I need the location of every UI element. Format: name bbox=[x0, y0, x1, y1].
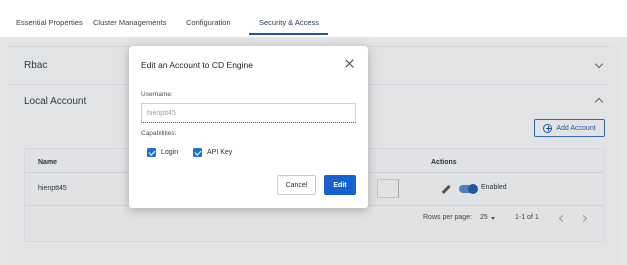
dialog-title: Edit an Account to CD Engine bbox=[141, 60, 253, 70]
edit-button[interactable]: Edit bbox=[324, 175, 356, 195]
close-icon[interactable] bbox=[345, 59, 354, 68]
tab-configuration[interactable]: Configuration bbox=[186, 18, 231, 27]
login-checkbox-label: Login bbox=[161, 149, 179, 156]
tab-security-access[interactable]: Security & Access bbox=[259, 18, 319, 27]
tab-cluster-managements[interactable]: Cluster Managements bbox=[93, 18, 166, 27]
tab-bar: Essential Properties Cluster Managements… bbox=[0, 0, 627, 38]
edit-account-dialog: Edit an Account to CD Engine Username: C… bbox=[129, 46, 368, 208]
api-key-checkbox[interactable] bbox=[193, 148, 202, 157]
cancel-button[interactable]: Cancel bbox=[277, 175, 316, 195]
login-checkbox[interactable] bbox=[147, 148, 156, 157]
active-tab-indicator bbox=[249, 33, 328, 35]
username-label: Username: bbox=[141, 91, 173, 98]
api-key-checkbox-label: API Key bbox=[207, 149, 233, 156]
tab-essential-properties[interactable]: Essential Properties bbox=[16, 18, 83, 27]
capabilities-label: Capabilities: bbox=[141, 130, 177, 137]
username-input[interactable] bbox=[141, 103, 356, 123]
